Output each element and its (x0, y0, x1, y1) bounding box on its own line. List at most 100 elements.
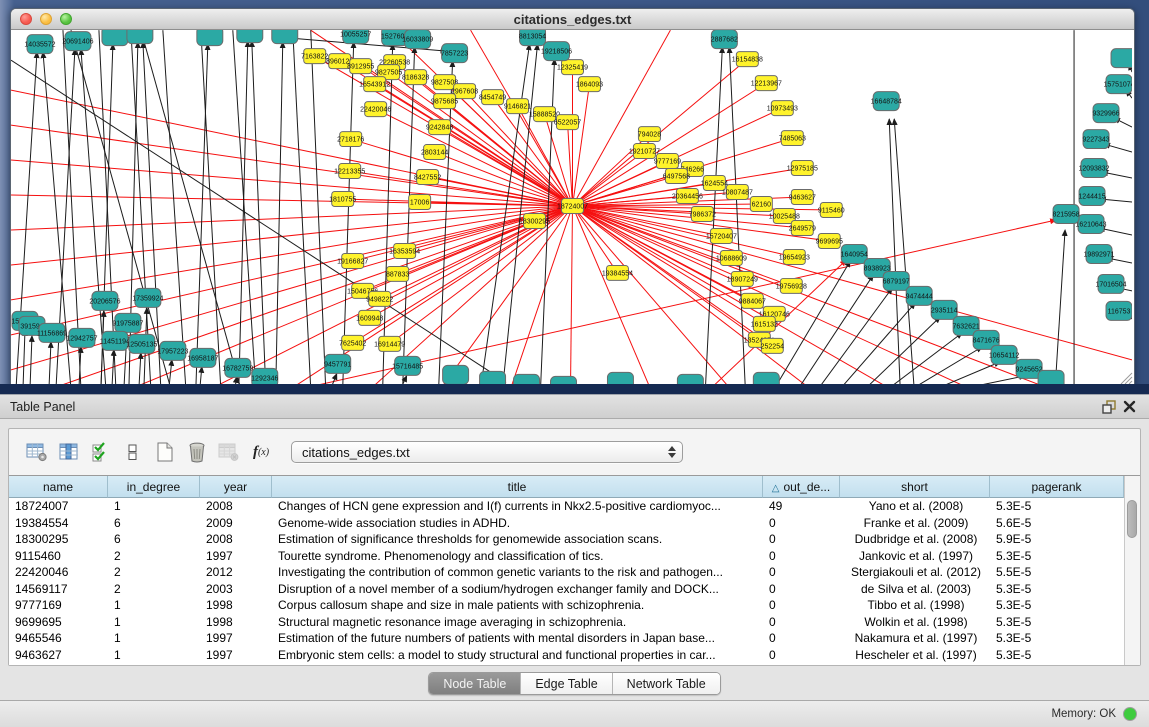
graph-node-label: 9827505 (375, 70, 402, 77)
graph-node-label: 8471676 (973, 337, 1000, 344)
table-cell: 2 (108, 548, 200, 565)
table-header-row: namein_degreeyeartitle△out_de...shortpag… (9, 476, 1124, 498)
function-builder-icon[interactable]: f(x) (247, 439, 275, 465)
graph-node-label: 7986372 (689, 211, 716, 218)
table-mode-icon[interactable] (23, 439, 51, 465)
graph-node-label: 15716485 (392, 363, 423, 370)
delete-table-icon[interactable] (215, 439, 243, 465)
column-header-out-de-[interactable]: △out_de... (763, 476, 840, 498)
select-rows-icon[interactable] (87, 439, 115, 465)
graph-node[interactable] (443, 365, 469, 384)
table-row[interactable]: 1938455462009Genome-wide association stu… (9, 515, 1124, 532)
table-cell: 2008 (200, 531, 272, 548)
graph-node-label: 1292346 (251, 375, 278, 382)
graph-node[interactable] (127, 30, 153, 44)
table-panel-title: Table Panel (10, 400, 75, 414)
table-cell: 2012 (200, 564, 272, 581)
graph-node-label: 1624554 (701, 181, 728, 188)
graph-node-label: 9498222 (366, 296, 393, 303)
graph-node-label: 8912955 (347, 64, 374, 71)
table-row[interactable]: 2242004622012Investigating the contribut… (9, 564, 1124, 581)
column-header-year[interactable]: year (200, 476, 272, 498)
graph-node-label: 12325419 (557, 65, 588, 72)
graph-edge-red (11, 206, 572, 230)
graph-node-label: 19384554 (602, 270, 633, 277)
table-cell: Tourette syndrome. Phenomenology and cla… (272, 548, 763, 565)
column-header-title[interactable]: title (272, 476, 763, 498)
graph-node-label: 19892971 (1083, 251, 1114, 258)
graph-node-label: 12942757 (66, 335, 97, 342)
graph-node[interactable] (272, 30, 298, 44)
column-header-in-degree[interactable]: in_degree (108, 476, 200, 498)
graph-node[interactable] (1111, 49, 1132, 68)
zoom-window-button[interactable] (60, 13, 72, 25)
table-row[interactable]: 911546021997Tourette syndrome. Phenomeno… (9, 548, 1124, 565)
table-cell: 5.3E-5 (990, 597, 1124, 614)
graph-node[interactable] (197, 30, 223, 46)
table-vertical-scrollbar[interactable] (1124, 476, 1140, 665)
table-row[interactable]: 1456911722003Disruption of a novel membe… (9, 581, 1124, 598)
table-row[interactable]: 1830029562008Estimation of significance … (9, 531, 1124, 548)
table-cell: 1997 (200, 630, 272, 647)
graph-node[interactable] (102, 30, 128, 46)
graph-node-label: 1244415 (1078, 194, 1105, 201)
window-titlebar[interactable]: citations_edges.txt (11, 9, 1134, 30)
close-panel-icon[interactable] (1119, 398, 1139, 416)
table-cell: 9463627 (9, 647, 108, 664)
graph-edge-black (30, 336, 32, 386)
graph-node-label: 6497568 (663, 174, 690, 181)
new-column-icon[interactable] (151, 439, 179, 465)
table-row[interactable]: 946362711997Embryonic stem cells: a mode… (9, 647, 1124, 664)
graph-node[interactable] (237, 30, 263, 43)
graph-node-label: 17006 (410, 200, 430, 207)
graph-node-label: 10807487 (722, 190, 753, 197)
graph-node-label: 17016504 (1095, 281, 1126, 288)
table-cell: Estimation of significance thresholds fo… (272, 531, 763, 548)
table-cell: 0 (763, 647, 840, 664)
column-header-name[interactable]: name (9, 476, 108, 498)
graph-node-label: 91975887 (112, 320, 143, 327)
float-panel-icon[interactable] (1099, 398, 1119, 416)
tab-network-table[interactable]: Network Table (613, 673, 720, 694)
column-header-short[interactable]: short (840, 476, 990, 498)
scrollbar-thumb[interactable] (1127, 500, 1137, 538)
graph-node-label: 7857223 (441, 51, 468, 58)
application-desktop: citations_edges.txt 71638228960128891295… (0, 0, 1149, 394)
clear-selection-icon[interactable] (119, 439, 147, 465)
table-cell: 49 (763, 498, 840, 515)
table-row[interactable]: 946554611997Estimation of the future num… (9, 630, 1124, 647)
table-cell: 1998 (200, 597, 272, 614)
table-row[interactable]: 1872400712008Changes of HCN gene express… (9, 498, 1124, 515)
table-row[interactable]: 969969511998Structural magnetic resonanc… (9, 614, 1124, 631)
table-cell: Disruption of a novel member of a sodium… (272, 581, 763, 598)
column-header-pagerank[interactable]: pagerank (990, 476, 1124, 498)
graph-node-label: 11156869 (37, 330, 67, 337)
graph-node-label: 18907249 (727, 276, 758, 283)
graph-node-label: 12975185 (787, 166, 818, 173)
table-row[interactable]: 977716911998Corpus callosum shape and si… (9, 597, 1124, 614)
graph-node-label: 19166827 (337, 258, 368, 265)
table-cell: Estimation of the future numbers of pati… (272, 630, 763, 647)
memory-status-indicator[interactable] (1123, 707, 1137, 721)
tab-node-table[interactable]: Node Table (429, 673, 521, 694)
table-cell: 0 (763, 564, 840, 581)
graph-node-label: 19756928 (776, 283, 807, 290)
graph-node-label: 10973493 (767, 106, 798, 113)
table-selector-dropdown[interactable]: citations_edges.txt (291, 441, 683, 463)
network-canvas[interactable]: 7163822896012889129552226053898275051654… (11, 30, 1134, 386)
graph-edge-black (383, 44, 393, 386)
delete-column-icon[interactable] (183, 439, 211, 465)
column-visibility-icon[interactable] (55, 439, 83, 465)
memory-status-label: Memory: OK (1051, 708, 1116, 720)
graph-node-label: 7625402 (339, 340, 366, 347)
tab-edge-table[interactable]: Edge Table (521, 673, 612, 694)
minimize-window-button[interactable] (40, 13, 52, 25)
table-cell: 0 (763, 597, 840, 614)
resize-grip-icon[interactable] (1117, 369, 1133, 385)
close-window-button[interactable] (20, 13, 32, 25)
graph-node-label: 1615132 (751, 321, 778, 328)
graph-node-label: 16648784 (871, 99, 902, 106)
graph-node-label: 7163822 (301, 54, 328, 61)
graph-node-label: 15751074 (1103, 82, 1132, 89)
table-cell: Hescheler et al. (1997) (840, 647, 990, 664)
